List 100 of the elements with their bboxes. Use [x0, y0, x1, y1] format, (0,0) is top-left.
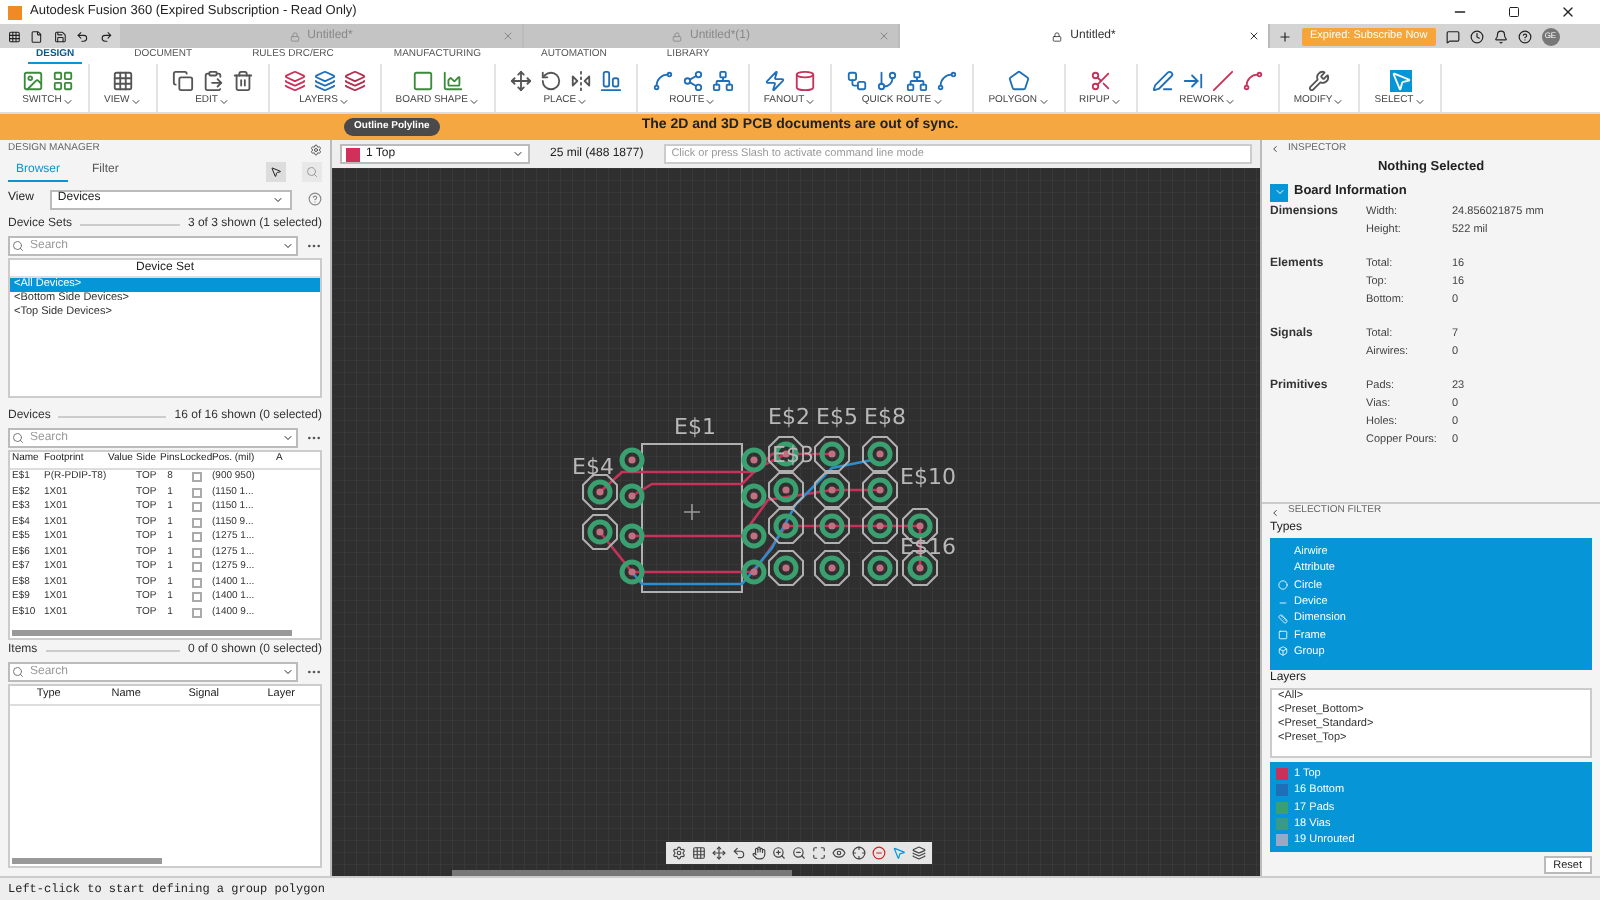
component-label: E$10 [900, 464, 956, 490]
close-icon[interactable] [1248, 30, 1260, 42]
ruler-icon [1277, 613, 1287, 624]
close-icon[interactable] [1560, 4, 1576, 20]
caret-icon [512, 148, 524, 160]
branch-icon[interactable] [681, 69, 704, 92]
locked-checkbox[interactable] [191, 517, 201, 528]
copy-icon[interactable] [171, 69, 194, 92]
caret-icon [129, 95, 142, 107]
component-label: E$1 [674, 414, 716, 440]
rotate-icon[interactable] [539, 69, 562, 92]
locked-checkbox[interactable] [191, 547, 201, 558]
caret-icon [704, 95, 717, 107]
apps-icon[interactable] [8, 29, 21, 43]
select-tool-button[interactable] [266, 161, 286, 181]
route-icon[interactable] [906, 69, 929, 92]
canvas-tool-icon[interactable] [692, 846, 706, 860]
grid-icon[interactable] [111, 69, 134, 92]
box-icon [1277, 646, 1287, 657]
align-icon[interactable] [599, 69, 622, 92]
canvas-tool-icon[interactable] [852, 846, 866, 860]
caret-icon [217, 95, 230, 107]
caret-icon [467, 95, 480, 107]
caret-icon [282, 666, 294, 678]
caret-icon [282, 240, 294, 252]
bell-icon[interactable] [1493, 29, 1508, 43]
caret-icon [1413, 95, 1426, 107]
caret-icon [931, 95, 944, 107]
mirror-icon[interactable] [569, 69, 592, 92]
area-icon[interactable] [441, 69, 464, 92]
canvas-tool-icon[interactable] [712, 846, 726, 860]
board-icon[interactable] [22, 69, 44, 92]
search-icon [12, 240, 24, 252]
layer-swatch [346, 147, 360, 161]
fanout-icon[interactable] [764, 69, 787, 92]
expand-toggle[interactable] [1270, 183, 1288, 201]
trash-icon[interactable] [231, 69, 254, 92]
caret-icon [1224, 95, 1237, 107]
canvas-tool-icon[interactable] [732, 846, 746, 860]
locked-checkbox[interactable] [191, 592, 201, 603]
pointer-icon[interactable] [1389, 69, 1411, 92]
arrow-icon[interactable] [1181, 69, 1204, 92]
lock-icon [1052, 31, 1063, 41]
new-tab-icon[interactable] [1278, 29, 1292, 43]
schematic-icon[interactable] [52, 69, 74, 92]
locked-checkbox[interactable] [191, 472, 201, 483]
maximize-icon[interactable] [1508, 6, 1520, 18]
layers-icon[interactable] [343, 69, 366, 92]
locked-checkbox[interactable] [191, 562, 201, 573]
canvas-tool-icon[interactable] [772, 846, 786, 860]
scrollbar[interactable] [12, 858, 162, 864]
scissors-icon[interactable] [1089, 69, 1112, 92]
redo-icon[interactable] [99, 29, 113, 43]
paste-icon[interactable] [201, 69, 224, 92]
square-icon [1277, 630, 1287, 641]
caret-icon [1109, 95, 1122, 107]
layers-icon[interactable] [313, 69, 336, 92]
line-icon[interactable] [1151, 69, 1174, 92]
component-label: E$5 [816, 404, 858, 430]
collapse-icon[interactable] [1270, 507, 1280, 517]
app-logo-icon [8, 5, 22, 19]
file-icon[interactable] [30, 29, 44, 43]
move-icon[interactable] [509, 69, 532, 92]
route-icon[interactable] [1241, 69, 1264, 92]
route-icon[interactable] [876, 69, 899, 92]
via-icon[interactable] [794, 69, 817, 92]
locked-checkbox[interactable] [191, 532, 201, 543]
save-icon[interactable] [53, 29, 67, 43]
caret-icon [282, 432, 294, 444]
undo-icon[interactable] [76, 29, 90, 43]
locked-checkbox[interactable] [191, 502, 201, 513]
locked-checkbox[interactable] [191, 487, 201, 498]
caret-icon [61, 95, 74, 107]
canvas-tool-icon[interactable] [672, 846, 686, 860]
canvas-tool-icon[interactable] [792, 846, 806, 860]
network-icon[interactable] [711, 69, 734, 92]
slash-icon[interactable] [1211, 69, 1234, 92]
canvas-tool-icon[interactable] [912, 846, 926, 860]
help-icon[interactable] [1517, 29, 1532, 43]
square-icon[interactable] [411, 69, 434, 92]
settings-icon[interactable] [310, 143, 322, 155]
canvas-tool-icon[interactable] [812, 846, 826, 860]
collapse-icon[interactable] [1270, 144, 1280, 154]
canvas-tool-icon[interactable] [832, 846, 846, 860]
wrench-icon[interactable] [1308, 69, 1331, 92]
scrollbar[interactable] [452, 870, 792, 876]
layers-icon[interactable] [283, 69, 306, 92]
locked-checkbox[interactable] [191, 577, 201, 588]
canvas-tool-icon[interactable] [752, 846, 766, 860]
route-icon[interactable] [651, 69, 674, 92]
pentagon-icon[interactable] [1007, 69, 1030, 92]
canvas-tool-icon[interactable] [872, 846, 886, 860]
caret-icon [576, 95, 589, 107]
chat-icon[interactable] [1445, 29, 1460, 43]
route-icon[interactable] [936, 69, 959, 92]
locked-checkbox[interactable] [191, 607, 201, 618]
scrollbar[interactable] [12, 630, 292, 636]
caret-icon [337, 95, 350, 107]
clock-icon[interactable] [1469, 29, 1484, 43]
route-icon[interactable] [846, 69, 869, 92]
